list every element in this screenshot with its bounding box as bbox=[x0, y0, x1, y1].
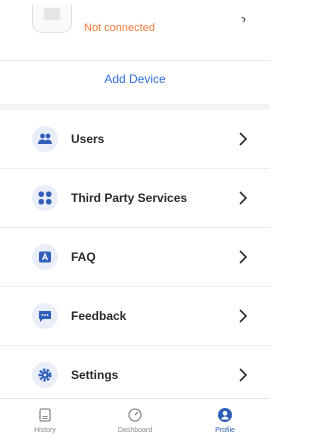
third-party-services-icon bbox=[32, 185, 58, 211]
add-device-button[interactable]: Add Device bbox=[0, 62, 270, 102]
device-card[interactable]: Not connected › bbox=[0, 0, 270, 61]
history-icon bbox=[39, 408, 51, 422]
menu-item-label: Feedback bbox=[71, 309, 127, 323]
chevron-right-icon: › bbox=[238, 9, 249, 27]
tab-label: Dashboard bbox=[117, 427, 153, 434]
tab-dashboard[interactable]: Dashboard bbox=[90, 399, 180, 445]
tab-history[interactable]: History bbox=[0, 399, 90, 445]
menu-item-faq[interactable]: FAQ bbox=[0, 228, 270, 287]
menu-item-label: Settings bbox=[71, 368, 119, 382]
device-image bbox=[32, 4, 72, 33]
feedback-icon bbox=[32, 303, 58, 329]
menu-item-label: Users bbox=[71, 132, 105, 146]
tab-label: Profile bbox=[215, 427, 235, 434]
menu-item-label: Third Party Services bbox=[71, 191, 188, 205]
chevron-right-icon bbox=[239, 309, 248, 323]
profile-menu: Users Third Party Services FAQ Feedback … bbox=[0, 110, 270, 404]
chevron-right-icon bbox=[239, 368, 248, 382]
settings-gear-icon bbox=[32, 362, 58, 388]
profile-icon bbox=[218, 408, 232, 422]
faq-icon bbox=[32, 244, 58, 270]
chevron-right-icon bbox=[239, 191, 248, 205]
device-status-label: Not connected bbox=[84, 22, 155, 34]
menu-item-feedback[interactable]: Feedback bbox=[0, 287, 270, 346]
menu-item-label: FAQ bbox=[71, 250, 96, 264]
menu-item-users[interactable]: Users bbox=[0, 110, 270, 169]
bottom-tab-bar: History Dashboard Profile bbox=[0, 398, 270, 445]
menu-item-settings[interactable]: Settings bbox=[0, 346, 270, 404]
tab-profile[interactable]: Profile bbox=[180, 399, 270, 445]
menu-item-third-party-services[interactable]: Third Party Services bbox=[0, 169, 270, 228]
dashboard-gauge-icon bbox=[128, 408, 142, 422]
tab-label: History bbox=[34, 427, 56, 434]
chevron-right-icon bbox=[239, 132, 248, 146]
users-icon bbox=[32, 126, 58, 152]
chevron-right-icon bbox=[239, 250, 248, 264]
